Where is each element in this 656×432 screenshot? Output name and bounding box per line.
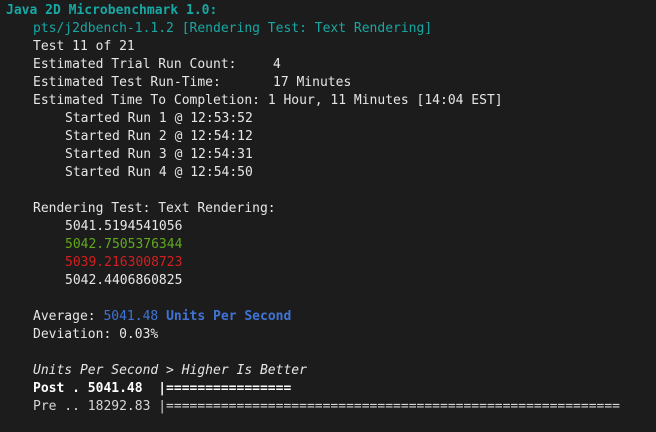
trial-count-label: Estimated Trial Run Count:: [33, 57, 237, 72]
benchmark-title: Java 2D Microbenchmark 1.0:: [6, 3, 218, 18]
run-start-line: Started Run 3 @ 12:54:31: [65, 147, 253, 162]
average-row: Average: 5041.48 Units Per Second: [33, 308, 291, 326]
average-units: Units Per Second: [166, 309, 292, 324]
direction-label: Units Per Second > Higher Is Better: [33, 363, 307, 378]
terminal-window: Java 2D Microbenchmark 1.0: pts/j2dbench…: [0, 0, 656, 432]
result-value: 5041.5194541056: [65, 219, 183, 234]
test-counter: Test 11 of 21: [33, 39, 135, 54]
comparison-bar-pre: |=======================================…: [158, 399, 621, 414]
comparison-row-post: Post . 5041.48 |================: [33, 380, 291, 398]
test-profile-line: pts/j2dbench-1.1.2 [Rendering Test: Text…: [33, 21, 433, 36]
comparison-label-post: Post . 5041.48: [33, 381, 143, 396]
run-time-value: 17 Minutes: [273, 75, 352, 90]
average-label: Average:: [33, 309, 96, 324]
completion-label: Estimated Time To Completion:: [33, 93, 260, 108]
run-start-line: Started Run 2 @ 12:54:12: [65, 129, 253, 144]
run-start-line: Started Run 4 @ 12:54:50: [65, 165, 253, 180]
trial-count-row: Estimated Trial Run Count: 4: [33, 56, 281, 74]
comparison-row-pre: Pre .. 18292.83 |=======================…: [33, 398, 620, 416]
result-value-max: 5042.7505376344: [65, 237, 183, 252]
average-value: 5041.48: [103, 309, 159, 324]
comparison-label-pre: Pre .. 18292.83: [33, 399, 151, 414]
completion-row: Estimated Time To Completion: 1 Hour, 11…: [33, 92, 503, 110]
completion-value: 1 Hour, 11 Minutes [14:04 EST]: [267, 93, 503, 108]
run-time-label: Estimated Test Run-Time:: [33, 75, 221, 90]
deviation-line: Deviation: 0.03%: [33, 327, 159, 342]
run-start-line: Started Run 1 @ 12:53:52: [65, 111, 253, 126]
results-heading: Rendering Test: Text Rendering:: [33, 201, 276, 216]
run-time-row: Estimated Test Run-Time: 17 Minutes: [33, 74, 351, 92]
trial-count-value: 4: [273, 57, 281, 72]
result-value: 5042.4406860825: [65, 273, 183, 288]
comparison-bar-post: |================: [158, 381, 292, 396]
result-value-min: 5039.2163008723: [65, 255, 183, 270]
